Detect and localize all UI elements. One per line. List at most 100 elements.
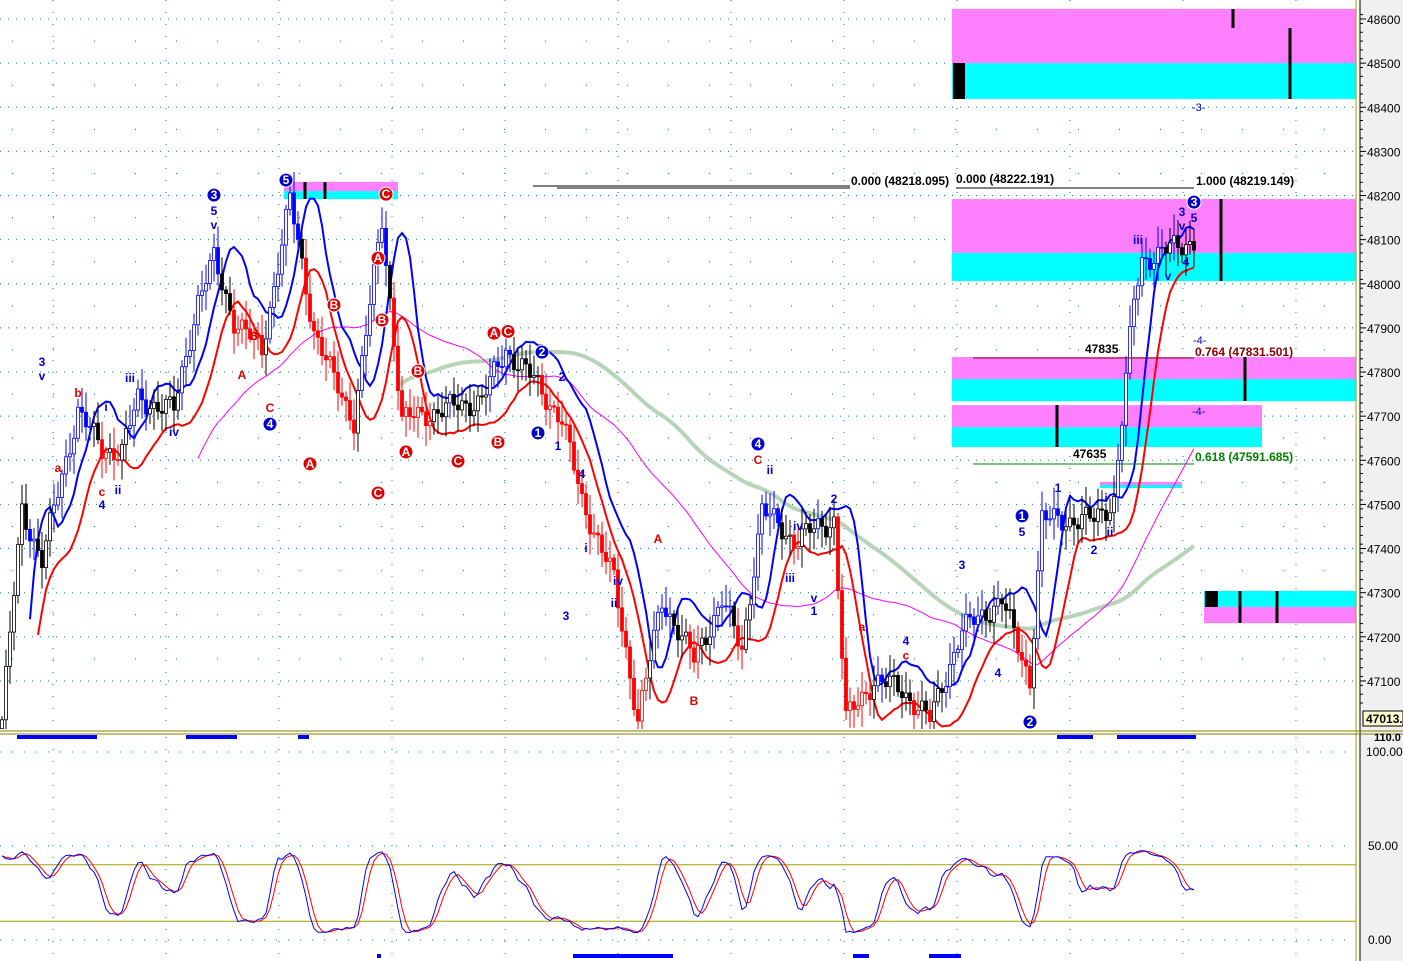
axis-tick-label: 47200	[1367, 631, 1401, 645]
candle-body	[100, 439, 104, 459]
candle-body	[560, 421, 564, 425]
candle-body	[156, 401, 160, 412]
candle-body	[392, 297, 396, 347]
candle-body	[916, 710, 920, 716]
signal-bar	[298, 735, 309, 739]
axis-tick-label: 48300	[1367, 145, 1401, 159]
signal-bar	[17, 735, 97, 739]
candle-body	[124, 428, 128, 445]
wave-label: a	[55, 461, 62, 475]
signal-bar	[186, 735, 237, 739]
candle-body	[676, 625, 680, 641]
axis-tick-label: 47300	[1367, 587, 1401, 601]
wave-label: i	[1104, 491, 1107, 505]
candle-body	[1140, 257, 1144, 287]
candle-body	[328, 356, 332, 361]
candle-body	[608, 557, 612, 562]
candle-body	[1156, 246, 1160, 264]
candle-body	[36, 538, 40, 551]
candle-body	[68, 453, 72, 458]
candle-body	[96, 422, 100, 441]
candle-body	[444, 402, 448, 418]
candle-body	[80, 406, 84, 413]
candle-body	[504, 349, 508, 368]
candle-body	[72, 437, 76, 455]
candle-body	[1100, 508, 1104, 511]
candle-body	[272, 286, 276, 308]
candle-body	[788, 534, 792, 537]
candle-body	[296, 223, 300, 240]
stochastic-oscillator	[0, 850, 1356, 934]
wave-label: b	[74, 386, 81, 400]
candle-body	[1164, 247, 1168, 254]
wave-label: B	[690, 694, 699, 708]
candle-body	[812, 528, 816, 533]
candle-body	[408, 407, 412, 417]
wave-label: ii	[115, 483, 122, 497]
candle-body	[8, 631, 12, 667]
candle-body	[416, 406, 420, 418]
candle-body	[1056, 508, 1060, 516]
candle-body	[932, 701, 936, 722]
candle-body	[896, 675, 900, 693]
candle-body	[308, 293, 312, 322]
candle-body	[448, 393, 452, 404]
candle-body	[176, 392, 180, 411]
wave-label: c	[99, 485, 106, 499]
candle-body	[28, 528, 32, 542]
candle-body	[1000, 598, 1004, 605]
candle-body	[600, 534, 604, 553]
candle-body	[648, 660, 652, 679]
candle-body	[864, 691, 868, 695]
candle-body	[228, 293, 232, 311]
candle-body	[436, 409, 440, 414]
candle-body	[628, 646, 632, 679]
candle-body	[1096, 508, 1100, 522]
candle-body	[32, 538, 36, 542]
candle-body	[960, 630, 964, 651]
candle-body	[776, 508, 780, 524]
wave-marker: -4-	[1192, 406, 1206, 418]
candle-body	[324, 355, 328, 361]
candle-body	[944, 686, 948, 693]
candle-body	[172, 396, 176, 411]
wave-label: 1	[1019, 509, 1026, 523]
candle-body	[1008, 609, 1012, 612]
candle-body	[888, 675, 892, 688]
candle-body	[1072, 517, 1076, 526]
candle-body	[168, 396, 172, 400]
grid	[0, 0, 1356, 961]
candle-body	[588, 514, 592, 535]
candle-body	[4, 665, 8, 721]
wave-label: 5	[283, 173, 290, 187]
candle-body	[1124, 372, 1128, 426]
candle-body	[1048, 518, 1052, 521]
candle-body	[268, 307, 272, 340]
candle-body	[696, 645, 700, 663]
candle-body	[1160, 246, 1164, 249]
candle-body	[56, 497, 60, 506]
candle-body	[544, 393, 548, 410]
wave-label: 3	[563, 609, 570, 623]
candle-body	[1060, 514, 1064, 531]
candle-body	[460, 400, 464, 411]
wave-label: ii	[611, 596, 618, 610]
candle-body	[404, 407, 408, 417]
candle-body	[572, 441, 576, 471]
signal-bar	[377, 954, 381, 958]
candle-body	[1092, 517, 1096, 522]
price-chart[interactable]: 0.000 (48218.095) 0.000 (48222.191) 1.00…	[0, 0, 1403, 961]
candle-body	[352, 419, 356, 434]
candle-body	[1020, 652, 1024, 661]
candle-body	[492, 361, 496, 378]
candle-body	[40, 550, 44, 568]
candle-body	[360, 355, 364, 391]
candle-body	[152, 401, 156, 410]
osc-top-label: 110.0	[1374, 732, 1401, 744]
candle-body	[844, 657, 848, 711]
candle-body	[512, 353, 516, 371]
candle-body	[816, 518, 820, 530]
candle-body	[112, 448, 116, 460]
candle-body	[428, 421, 432, 427]
candle-body	[936, 688, 940, 703]
